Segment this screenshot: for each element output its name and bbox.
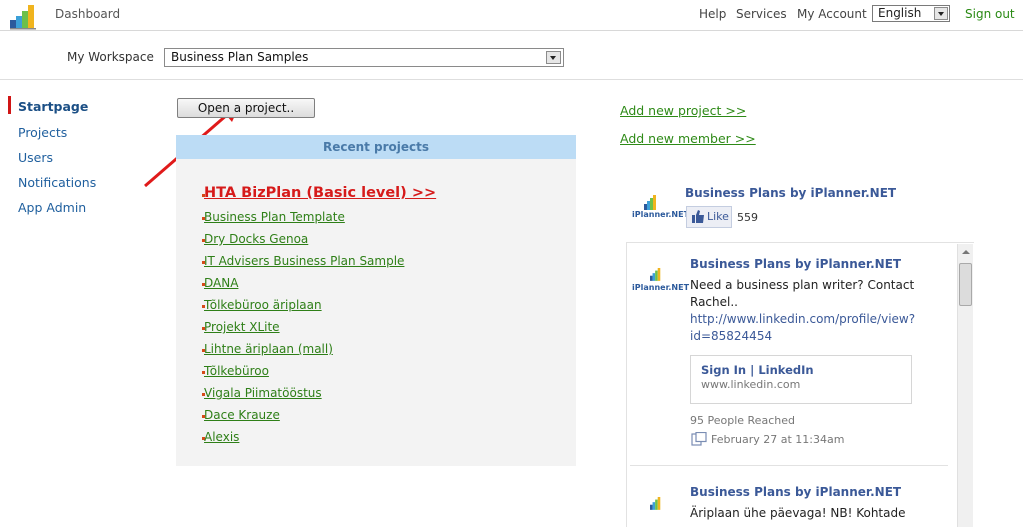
post-link[interactable]: http://www.linkedin.com/profile/view? <box>690 311 915 328</box>
iplanner-logo-icon[interactable] <box>8 2 38 30</box>
post-author-logo[interactable] <box>632 494 680 514</box>
sidebar-item-startpage[interactable]: Startpage <box>18 99 88 114</box>
top-bar: Dashboard Help Services My Account Engli… <box>0 0 1023 31</box>
recent-project-link[interactable]: IT Advisers Business Plan Sample <box>204 254 404 268</box>
share-post-icon <box>691 432 707 446</box>
sidebar-item-notifications[interactable]: Notifications <box>18 175 96 190</box>
open-project-button[interactable]: Open a project.. <box>177 98 315 118</box>
logo-text: iPlanner.NET <box>632 210 690 219</box>
recent-project-link[interactable]: DANA <box>204 276 238 290</box>
recent-project-link[interactable]: Lihtne äriplaan (mall) <box>204 342 333 356</box>
recent-project-link[interactable]: Business Plan Template <box>204 210 345 224</box>
sign-out-link[interactable]: Sign out <box>965 7 1015 21</box>
add-new-project-link[interactable]: Add new project >> <box>620 103 746 118</box>
recent-project-link[interactable]: Tõlkebüroo <box>204 364 269 378</box>
logo-text: iPlanner.NET <box>632 283 690 292</box>
recent-project-link[interactable]: HTA BizPlan (Basic level) >> <box>204 185 436 201</box>
post-text: Need a business plan writer? Contact <box>690 278 915 292</box>
sidebar-item-projects[interactable]: Projects <box>18 125 67 140</box>
sidebar-item-app-admin[interactable]: App Admin <box>18 200 86 215</box>
recent-project-link[interactable]: Dace Krauze <box>204 408 280 422</box>
iplanner-logo-icon <box>650 268 661 281</box>
link-preview-title: Sign In | LinkedIn <box>701 363 814 377</box>
recent-project-link[interactable]: Vigala Piimatööstus <box>204 386 322 400</box>
post-text: Rachel.. <box>690 295 738 309</box>
scroll-thumb[interactable] <box>959 263 972 306</box>
post-text: Äriplaan ühe päevaga! NB! Kohtade <box>690 506 906 520</box>
thumbs-up-icon <box>692 210 704 223</box>
my-account-link[interactable]: My Account <box>797 7 867 21</box>
like-button[interactable]: Like <box>686 206 732 228</box>
active-indicator <box>8 96 11 114</box>
recent-projects-panel: Recent projects HTA BizPlan (Basic level… <box>176 135 576 466</box>
like-count: 559 <box>737 211 758 224</box>
iplanner-logo-icon <box>650 497 661 510</box>
recent-project-link[interactable]: Projekt XLite <box>204 320 280 334</box>
workspace-selected-value: Business Plan Samples <box>171 50 309 64</box>
workspace-select[interactable]: Business Plan Samples <box>164 48 564 67</box>
header-divider <box>0 79 1023 80</box>
chevron-down-icon[interactable] <box>934 7 948 20</box>
recent-project-link[interactable]: Alexis <box>204 430 239 444</box>
workspace-label: My Workspace <box>67 50 154 64</box>
feed-scrollbar[interactable] <box>957 244 973 527</box>
fb-page-name[interactable]: Business Plans by iPlanner.NET <box>685 186 896 200</box>
post-author[interactable]: Business Plans by iPlanner.NET <box>690 485 901 499</box>
post-divider <box>630 465 948 466</box>
dashboard-link[interactable]: Dashboard <box>55 7 120 21</box>
add-new-member-link[interactable]: Add new member >> <box>620 131 756 146</box>
page-logo[interactable]: iPlanner.NET <box>632 184 689 222</box>
link-preview-card[interactable]: Sign In | LinkedIn www.linkedin.com <box>690 355 912 404</box>
post-reach: 95 People Reached <box>690 414 795 427</box>
services-link[interactable]: Services <box>736 7 787 21</box>
chevron-down-icon[interactable] <box>546 51 561 64</box>
iplanner-logo-icon <box>644 195 656 210</box>
recent-projects-title: Recent projects <box>176 135 576 159</box>
post-author-logo[interactable]: iPlanner.NET <box>632 265 689 299</box>
language-selected-value: English <box>878 6 922 20</box>
sidebar-item-users[interactable]: Users <box>18 150 53 165</box>
like-label: Like <box>707 210 729 223</box>
post-link[interactable]: id=85824454 <box>690 328 772 345</box>
post-date[interactable]: February 27 at 11:34am <box>711 433 844 446</box>
recent-project-link[interactable]: Dry Docks Genoa <box>204 232 308 246</box>
scroll-up-icon[interactable] <box>958 244 973 259</box>
language-select[interactable]: English <box>872 5 950 22</box>
post-author[interactable]: Business Plans by iPlanner.NET <box>690 257 901 271</box>
recent-project-link[interactable]: Tõlkebüroo äriplaan <box>204 298 322 312</box>
link-preview-domain: www.linkedin.com <box>701 378 801 391</box>
help-link[interactable]: Help <box>699 7 726 21</box>
